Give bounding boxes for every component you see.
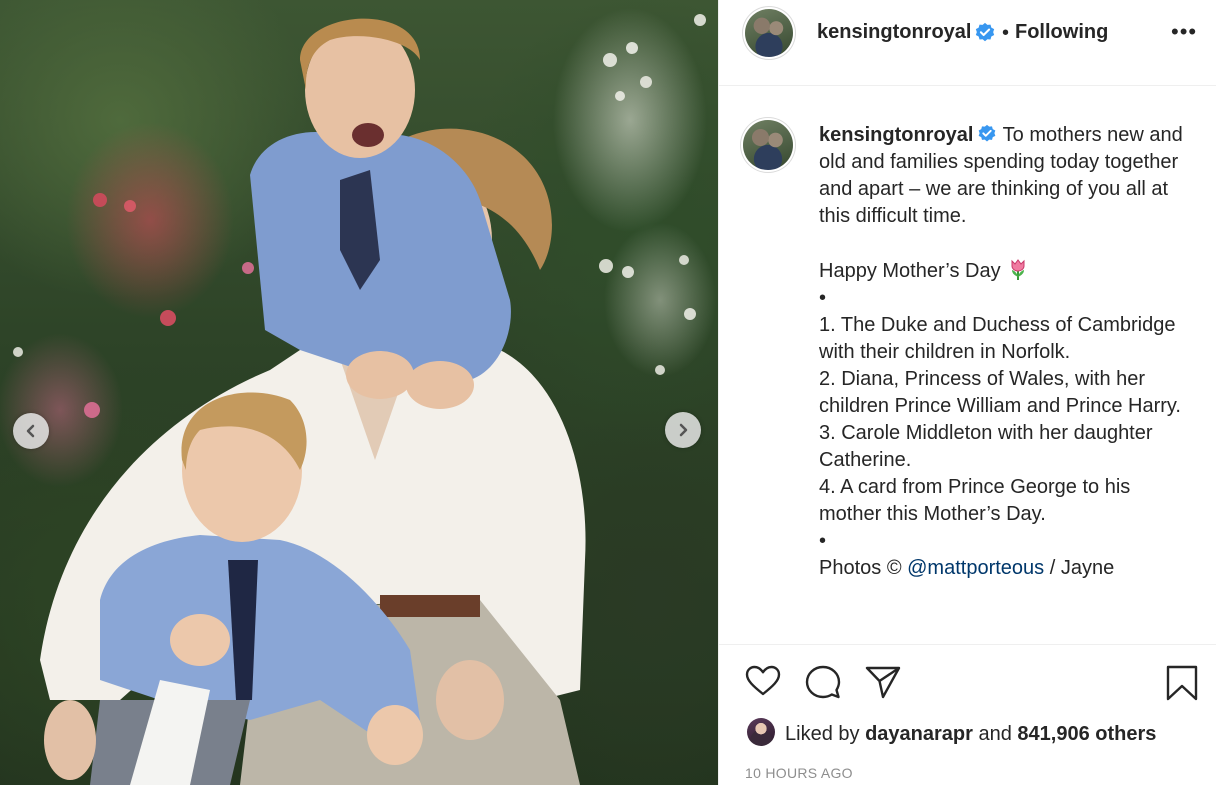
caption-author-avatar[interactable] (743, 120, 793, 170)
likes-summary: Liked by dayanarapr and 841,906 others (747, 718, 1156, 746)
paper-plane-icon[interactable] (865, 665, 901, 699)
post-photo[interactable] (0, 0, 718, 785)
next-photo-button[interactable] (665, 412, 701, 448)
caption-text-part-1: To mothers new and old and families spen… (819, 124, 1183, 282)
post-caption: kensingtonroyal To mothers new and old a… (819, 122, 1189, 582)
post-side-panel: kensingtonroyal • Following ••• kensingt… (718, 0, 1216, 785)
more-options-icon[interactable]: ••• (1171, 21, 1197, 43)
likes-count[interactable]: 841,906 others (1017, 723, 1156, 745)
liker-avatar[interactable] (747, 718, 775, 746)
tulip-emoji-icon (1011, 259, 1025, 280)
caption-text-part-2: • 1. The Duke and Duchess of Cambridge w… (819, 287, 1181, 579)
heart-icon[interactable] (745, 665, 781, 697)
caption-username[interactable]: kensingtonroyal (819, 124, 973, 146)
chevron-left-icon (26, 424, 35, 438)
verified-badge-icon (975, 22, 995, 42)
likes-prefix: Liked by (785, 723, 866, 745)
author-username[interactable]: kensingtonroyal (817, 21, 971, 44)
comment-bubble-icon[interactable] (805, 665, 841, 699)
post-header: kensingtonroyal • Following ••• (719, 0, 1216, 86)
mention-link[interactable]: @mattporteous (907, 557, 1044, 579)
verified-badge-icon (979, 124, 996, 142)
bookmark-icon[interactable] (1165, 664, 1199, 702)
post-actions: Liked by dayanarapr and 841,906 others 1… (719, 644, 1216, 785)
chevron-right-icon (679, 423, 688, 437)
likes-middle: and (972, 723, 1018, 745)
header-separator: • (1002, 22, 1010, 44)
following-button[interactable]: Following (1015, 21, 1108, 44)
liker-username[interactable]: dayanarapr (865, 723, 973, 745)
caption-text-part-3: / Jayne (1044, 557, 1115, 579)
post-timestamp[interactable]: 10 HOURS AGO (745, 765, 853, 781)
previous-photo-button[interactable] (13, 413, 49, 449)
author-avatar[interactable] (745, 9, 793, 57)
photo-illustration (13, 14, 706, 785)
comments-area[interactable]: kensingtonroyal To mothers new and old a… (719, 86, 1216, 644)
